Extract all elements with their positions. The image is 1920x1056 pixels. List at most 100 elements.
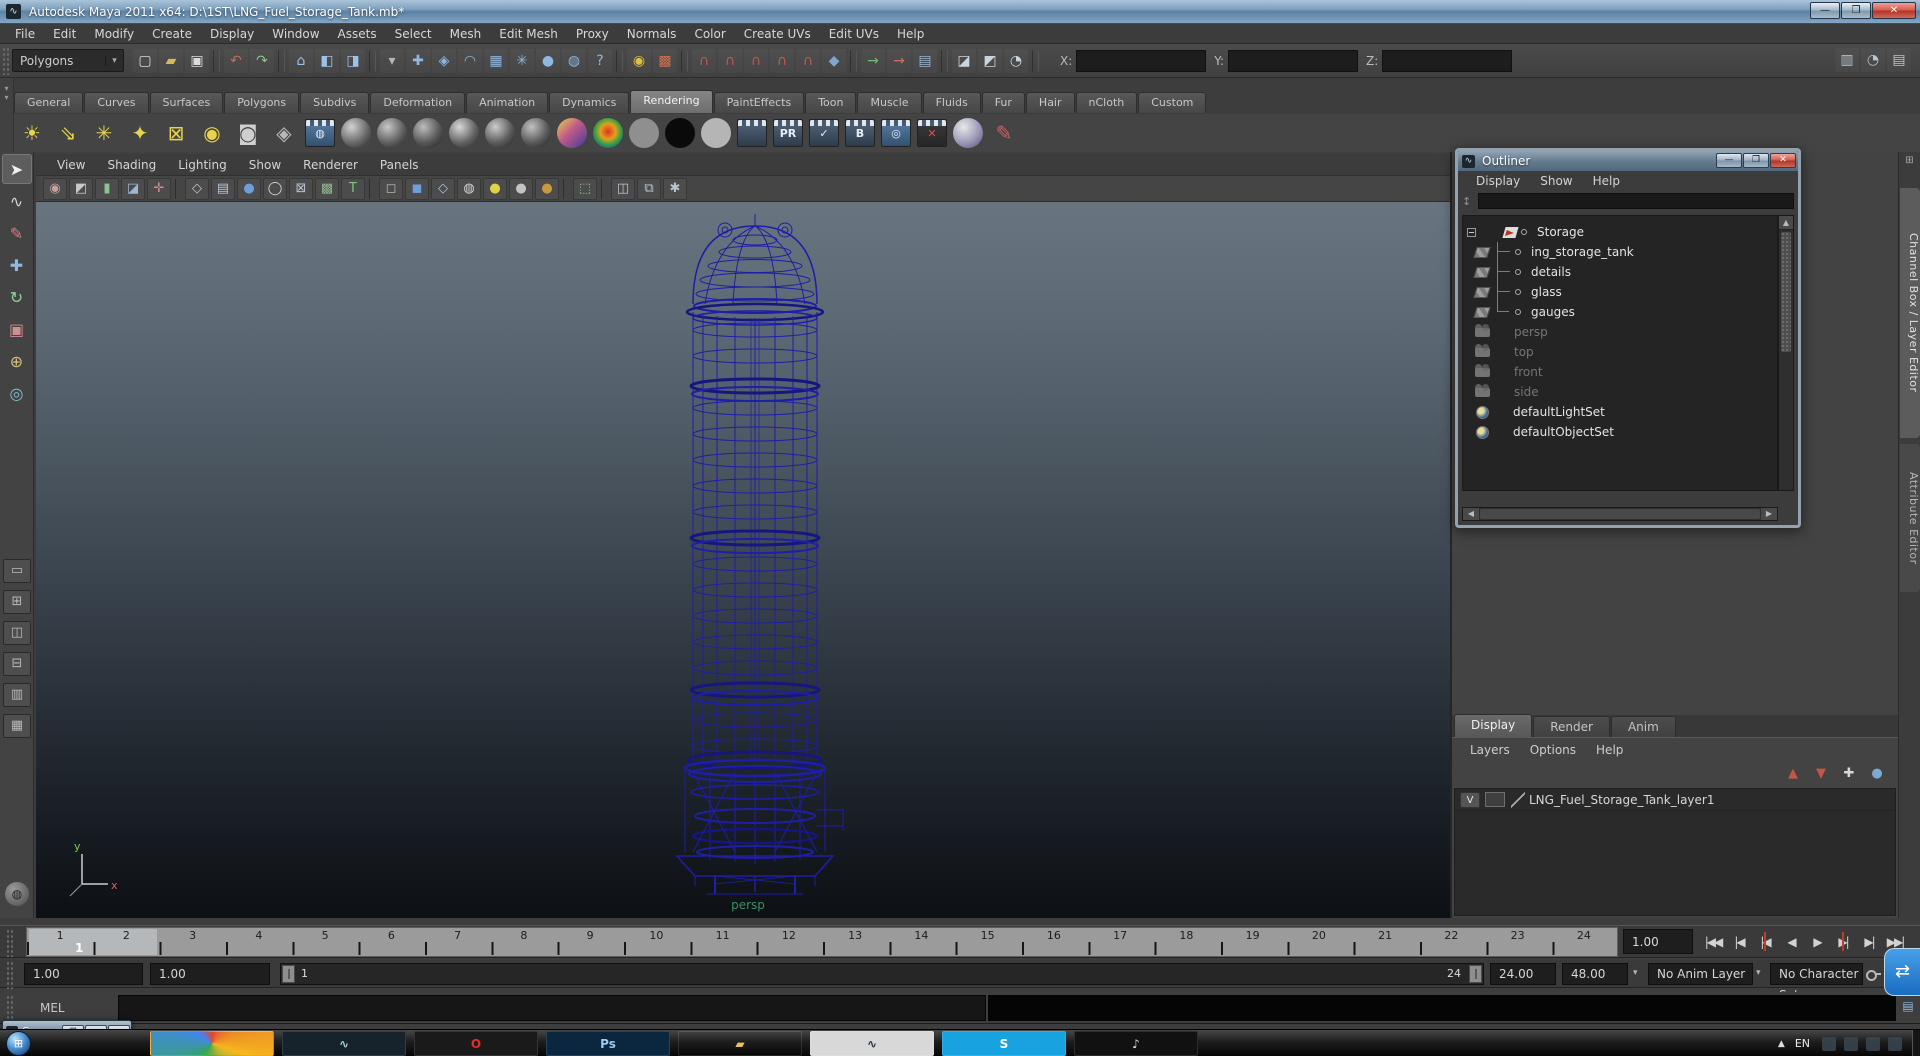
camera-icon[interactable]: ◙ — [231, 116, 265, 150]
shelf-tab[interactable]: Muscle — [857, 92, 922, 113]
layout-two-stacked-button[interactable]: ⊟ — [3, 652, 31, 676]
camera-attributes-icon[interactable]: ◩ — [69, 177, 93, 200]
render-view-icon[interactable]: ◎ — [881, 119, 911, 147]
outliner-horizontal-scrollbar[interactable]: ◀ ▶ — [1462, 507, 1778, 521]
menu-item[interactable]: Create — [143, 24, 201, 44]
taskbar-music-icon[interactable]: ♪ — [1074, 1031, 1198, 1056]
panel-menu-item[interactable]: Show — [238, 158, 292, 172]
select-component-icon[interactable]: ◨ — [341, 49, 365, 73]
layer-type-icon[interactable] — [1511, 791, 1525, 808]
y-input[interactable] — [1228, 49, 1359, 72]
menu-item[interactable]: Display — [201, 24, 263, 44]
scroll-up-icon[interactable]: ▲ — [1779, 216, 1793, 230]
close-button[interactable]: ✕ — [1872, 2, 1916, 19]
select-by-curves-icon[interactable]: ◠ — [458, 49, 482, 73]
shelf-tab[interactable]: Dynamics — [549, 92, 630, 113]
scale-tool[interactable]: ▣ — [2, 314, 32, 344]
move-layer-up-button[interactable]: ▲ — [1782, 764, 1804, 784]
shelf-tab[interactable]: Subdivs — [300, 92, 370, 113]
taskbar-folder-icon[interactable]: ▰ — [678, 1031, 802, 1056]
shelf-tab[interactable]: PaintEffects — [713, 92, 805, 113]
menu-item[interactable]: Edit Mesh — [490, 24, 567, 44]
animation-end-field[interactable]: 48.00 — [1562, 963, 1628, 985]
go-to-start-button[interactable]: |◀◀ — [1700, 928, 1726, 955]
phong-e-material-icon[interactable] — [485, 118, 515, 148]
select-by-handles-icon[interactable]: ✚ — [406, 49, 430, 73]
menu-item[interactable]: Mesh — [441, 24, 491, 44]
select-hierarchy-icon[interactable]: ⌂ — [289, 49, 313, 73]
outliner-item-camera[interactable]: side — [1463, 382, 1777, 402]
window-titlebar[interactable]: ∿ Autodesk Maya 2011 x64: D:\1ST\LNG_Fue… — [0, 0, 1920, 24]
outliner-item-storage[interactable]: Storage — [1463, 222, 1777, 242]
outliner-vertical-scrollbar[interactable]: ▲ — [1778, 215, 1794, 491]
z-input[interactable] — [1382, 49, 1513, 72]
outliner-close-button[interactable]: ✕ — [1770, 153, 1796, 168]
blinn-material-icon[interactable] — [377, 118, 407, 148]
taskbar-skype-icon[interactable]: S — [942, 1031, 1066, 1056]
outliner-item-set[interactable]: defaultLightSet — [1463, 402, 1777, 422]
black-material-icon[interactable] — [665, 118, 695, 148]
shelf-tab[interactable]: Curves — [84, 92, 149, 113]
point-light-icon[interactable]: ✳ — [87, 116, 121, 150]
layer-editor-tab[interactable]: Anim — [1610, 716, 1676, 737]
wireframe-on-shaded-icon[interactable]: ◫ — [611, 177, 635, 200]
layout-outliner-persp-button[interactable]: ▦ — [3, 714, 31, 738]
scroll-right-icon[interactable]: ▶ — [1761, 508, 1777, 520]
tray-icon[interactable] — [1822, 1036, 1836, 1051]
layout-single-pane-button[interactable]: ▭ — [3, 559, 31, 583]
render-current-frame-icon[interactable]: ◪ — [952, 49, 976, 73]
outliner-titlebar[interactable]: ∿ Outliner — ❐ ✕ — [1458, 151, 1798, 171]
layer-editor-tab[interactable]: Display — [1454, 714, 1533, 737]
panel-menu-item[interactable]: Shading — [96, 158, 167, 172]
rainbow-shader-icon[interactable] — [593, 118, 623, 148]
volume-light-icon[interactable]: ◉ — [195, 116, 229, 150]
flat-gray-material-icon[interactable] — [629, 118, 659, 148]
taskbar-opera-icon[interactable]: O — [414, 1031, 538, 1056]
shaded-cube-icon[interactable]: ◼ — [405, 177, 429, 200]
output-connections-icon[interactable]: → — [887, 49, 911, 73]
lock-selection-icon[interactable]: ◉ — [627, 49, 651, 73]
outliner-item-camera[interactable]: persp — [1463, 322, 1777, 342]
xray-mode-icon[interactable]: ⧉ — [637, 177, 661, 200]
layer-row[interactable]: V LNG_Fuel_Storage_Tank_layer1 — [1455, 789, 1895, 811]
outliner-menu-item[interactable]: Help — [1583, 174, 1630, 188]
shelf-tab[interactable]: Fluids — [922, 92, 981, 113]
play-backwards-button[interactable]: ◀ — [1778, 928, 1804, 955]
wireframe-mode-icon[interactable]: ◇ — [185, 177, 209, 200]
render-current-frame-icon[interactable] — [737, 119, 767, 147]
layer-editor-menu-item[interactable]: Layers — [1460, 743, 1520, 757]
menu-set-dropdown[interactable]: Polygons ▾ — [12, 49, 124, 72]
film-gate-icon[interactable]: ▤ — [211, 177, 235, 200]
outliner-item-camera[interactable]: front — [1463, 362, 1777, 382]
menu-item[interactable]: Edit UVs — [820, 24, 888, 44]
spot-light-icon[interactable]: ✦ — [123, 116, 157, 150]
menu-item[interactable]: Color — [685, 24, 734, 44]
lambert-material-icon[interactable] — [413, 118, 443, 148]
outliner-menu-item[interactable]: Display — [1466, 174, 1530, 188]
plug-icon[interactable]: ✱ — [663, 177, 687, 200]
select-object-icon[interactable]: ◧ — [315, 49, 339, 73]
shelf-tab[interactable]: Polygons — [224, 92, 300, 113]
layer-editor-menu-item[interactable]: Help — [1586, 743, 1633, 757]
select-by-surfaces-icon[interactable]: ▦ — [484, 49, 508, 73]
shelf-tab[interactable]: Fur — [981, 92, 1025, 113]
command-line-grip[interactable] — [6, 995, 14, 1023]
menu-item[interactable]: Modify — [85, 24, 143, 44]
tray-expand-icon[interactable]: ▲ — [1778, 1039, 1785, 1049]
maximize-button[interactable]: ❐ — [1841, 2, 1871, 19]
chevron-down-icon[interactable]: ▾ — [1633, 968, 1638, 978]
highlight-selection-icon[interactable]: ▩ — [653, 49, 677, 73]
tab-attribute-editor[interactable]: Attribute Editor — [1900, 444, 1920, 592]
outliner-item-mesh[interactable]: ing_storage_tank — [1463, 242, 1777, 262]
anisotropic-material-icon[interactable] — [341, 118, 371, 148]
xray-cube-icon[interactable]: ◇ — [431, 177, 455, 200]
tray-icon[interactable] — [1844, 1036, 1858, 1051]
text-hud-icon[interactable]: T — [341, 177, 365, 200]
save-scene-icon[interactable]: ▣ — [185, 49, 209, 73]
outliner-menu-item[interactable]: Show — [1530, 174, 1582, 188]
shelf-tab[interactable]: Toon — [805, 92, 857, 113]
select-by-joints-icon[interactable]: ◈ — [432, 49, 456, 73]
construction-history-icon[interactable]: ▤ — [913, 49, 937, 73]
use-all-lights-icon[interactable]: ● — [483, 177, 507, 200]
cancel-batch-render-icon[interactable]: ✕ — [917, 119, 947, 147]
